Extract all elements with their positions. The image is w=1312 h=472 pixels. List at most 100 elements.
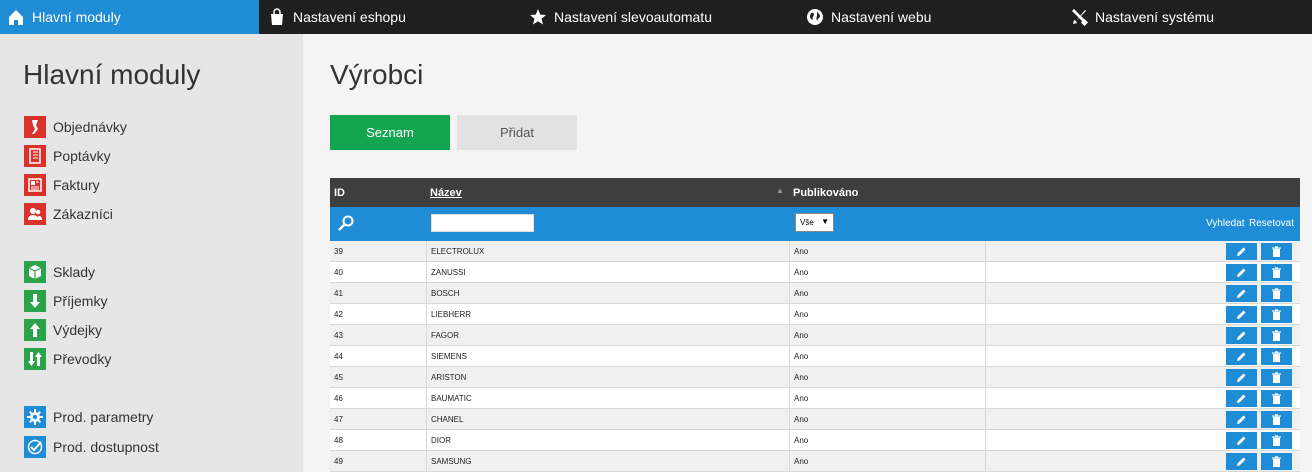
delete-button[interactable]	[1261, 348, 1292, 365]
delete-button[interactable]	[1261, 264, 1292, 281]
trash-icon	[1271, 435, 1282, 446]
pencil-icon	[1236, 309, 1247, 320]
tab-list-button[interactable]: Seznam	[330, 115, 450, 150]
cell-id: 46	[334, 394, 343, 403]
edit-button[interactable]	[1226, 348, 1257, 365]
pencil-icon	[1236, 372, 1247, 383]
cell-id: 43	[334, 331, 343, 340]
cell-id: 40	[334, 268, 343, 277]
column-header-name[interactable]: Název	[430, 187, 462, 199]
table-row: 43 FAGOR Ano	[330, 325, 1300, 346]
tab-add-button[interactable]: Přidat	[457, 115, 577, 150]
cell-name: BAUMATIC	[426, 388, 789, 409]
name-filter-input[interactable]	[431, 214, 534, 232]
column-header-id[interactable]: ID	[334, 187, 345, 199]
trash-icon	[1271, 288, 1282, 299]
cell-name: ZANUSSI	[426, 262, 789, 283]
cell-published: Ano	[789, 409, 985, 430]
globe-icon	[806, 8, 824, 26]
delete-button[interactable]	[1261, 453, 1292, 470]
delete-button[interactable]	[1261, 327, 1292, 344]
column-header-published[interactable]: Publikováno	[793, 187, 858, 199]
delete-button[interactable]	[1261, 369, 1292, 386]
table-row: 49 SAMSUNG Ano	[330, 451, 1300, 472]
topnav-eshop-settings[interactable]: Nastavení eshopu	[268, 0, 406, 34]
cell-name: CHANEL	[426, 409, 789, 430]
trash-icon	[1271, 393, 1282, 404]
cell-name: LIEBHERR	[426, 304, 789, 325]
cell-id: 44	[334, 352, 343, 361]
trash-icon	[1271, 414, 1282, 425]
sidebar-item-label: Prod. dostupnost	[53, 439, 159, 455]
table-row: 40 ZANUSSI Ano	[330, 262, 1300, 283]
pencil-icon	[1236, 351, 1247, 362]
sidebar-item-dispatches[interactable]: Výdejky	[24, 319, 102, 341]
edit-button[interactable]	[1226, 453, 1257, 470]
sidebar-item-orders[interactable]: Objednávky	[24, 116, 127, 138]
sidebar-item-label: Příjemky	[53, 293, 108, 309]
pencil-icon	[1236, 246, 1247, 257]
delete-button[interactable]	[1261, 306, 1292, 323]
edit-button[interactable]	[1226, 264, 1257, 281]
cell-name: SIEMENS	[426, 346, 789, 367]
topnav-label: Hlavní moduly	[32, 9, 121, 25]
arrow-up-icon	[24, 319, 46, 341]
users-icon	[24, 203, 46, 225]
published-filter-select[interactable]: Vše ▼	[795, 213, 834, 232]
topnav-main-modules[interactable]: Hlavní moduly	[0, 0, 259, 34]
main-content: Výrobci Seznam Přidat ID Název ▲ Publiko…	[303, 34, 1312, 472]
sidebar-item-customers[interactable]: Zákazníci	[24, 203, 113, 225]
topnav-discount-settings[interactable]: Nastavení slevoautomatu	[529, 0, 712, 34]
pencil-icon	[1236, 393, 1247, 404]
cell-name: ELECTROLUX	[426, 241, 789, 262]
sidebar-item-warehouses[interactable]: Sklady	[24, 261, 95, 283]
delete-button[interactable]	[1261, 390, 1292, 407]
edit-button[interactable]	[1226, 327, 1257, 344]
pencil-icon	[1236, 435, 1247, 446]
edit-button[interactable]	[1226, 369, 1257, 386]
trash-icon	[1271, 267, 1282, 278]
edit-button[interactable]	[1226, 306, 1257, 323]
pencil-icon	[1236, 288, 1247, 299]
edit-button[interactable]	[1226, 411, 1257, 428]
sidebar-item-product-availability[interactable]: Prod. dostupnost	[24, 436, 159, 458]
topnav-system-settings[interactable]: Nastavení systému	[1070, 0, 1214, 34]
pencil-icon	[1236, 414, 1247, 425]
sidebar-item-label: Poptávky	[53, 148, 111, 164]
sidebar-item-inquiries[interactable]: Poptávky	[24, 145, 111, 167]
page-title: Výrobci	[330, 59, 424, 90]
shopping-bag-icon	[268, 8, 286, 26]
sort-asc-icon[interactable]: ▲	[776, 186, 784, 195]
sidebar-item-receipts[interactable]: Příjemky	[24, 290, 107, 312]
check-icon	[24, 436, 46, 458]
edit-button[interactable]	[1226, 390, 1257, 407]
delete-button[interactable]	[1261, 432, 1292, 449]
delete-button[interactable]	[1261, 243, 1292, 260]
cell-published: Ano	[789, 388, 985, 409]
sidebar-item-transfers[interactable]: Převodky	[24, 348, 111, 370]
edit-button[interactable]	[1226, 243, 1257, 260]
table-row: 45 ARISTON Ano	[330, 367, 1300, 388]
sidebar-item-product-parameters[interactable]: Prod. parametry	[24, 406, 153, 428]
table-row: 46 BAUMATIC Ano	[330, 388, 1300, 409]
cell-id: 39	[334, 247, 343, 256]
delete-button[interactable]	[1261, 285, 1292, 302]
sidebar-item-invoices[interactable]: Faktury	[24, 174, 100, 196]
cell-name: DIOR	[426, 430, 789, 451]
reset-button[interactable]: Resetovat	[1249, 218, 1294, 229]
warehouse-icon	[24, 261, 46, 283]
cell-published: Ano	[789, 283, 985, 304]
cell-id: 42	[334, 310, 343, 319]
delete-button[interactable]	[1261, 411, 1292, 428]
cell-id: 45	[334, 373, 343, 382]
sidebar-item-label: Faktury	[53, 177, 100, 193]
cell-published: Ano	[789, 367, 985, 388]
topnav-web-settings[interactable]: Nastavení webu	[806, 0, 931, 34]
published-filter-value: Vše	[800, 218, 814, 227]
search-button[interactable]: Vyhledat	[1206, 218, 1245, 229]
edit-button[interactable]	[1226, 285, 1257, 302]
table-row: 39 ELECTROLUX Ano	[330, 241, 1300, 262]
sidebar-item-label: Zákazníci	[53, 206, 113, 222]
edit-button[interactable]	[1226, 432, 1257, 449]
search-icon	[338, 215, 354, 231]
